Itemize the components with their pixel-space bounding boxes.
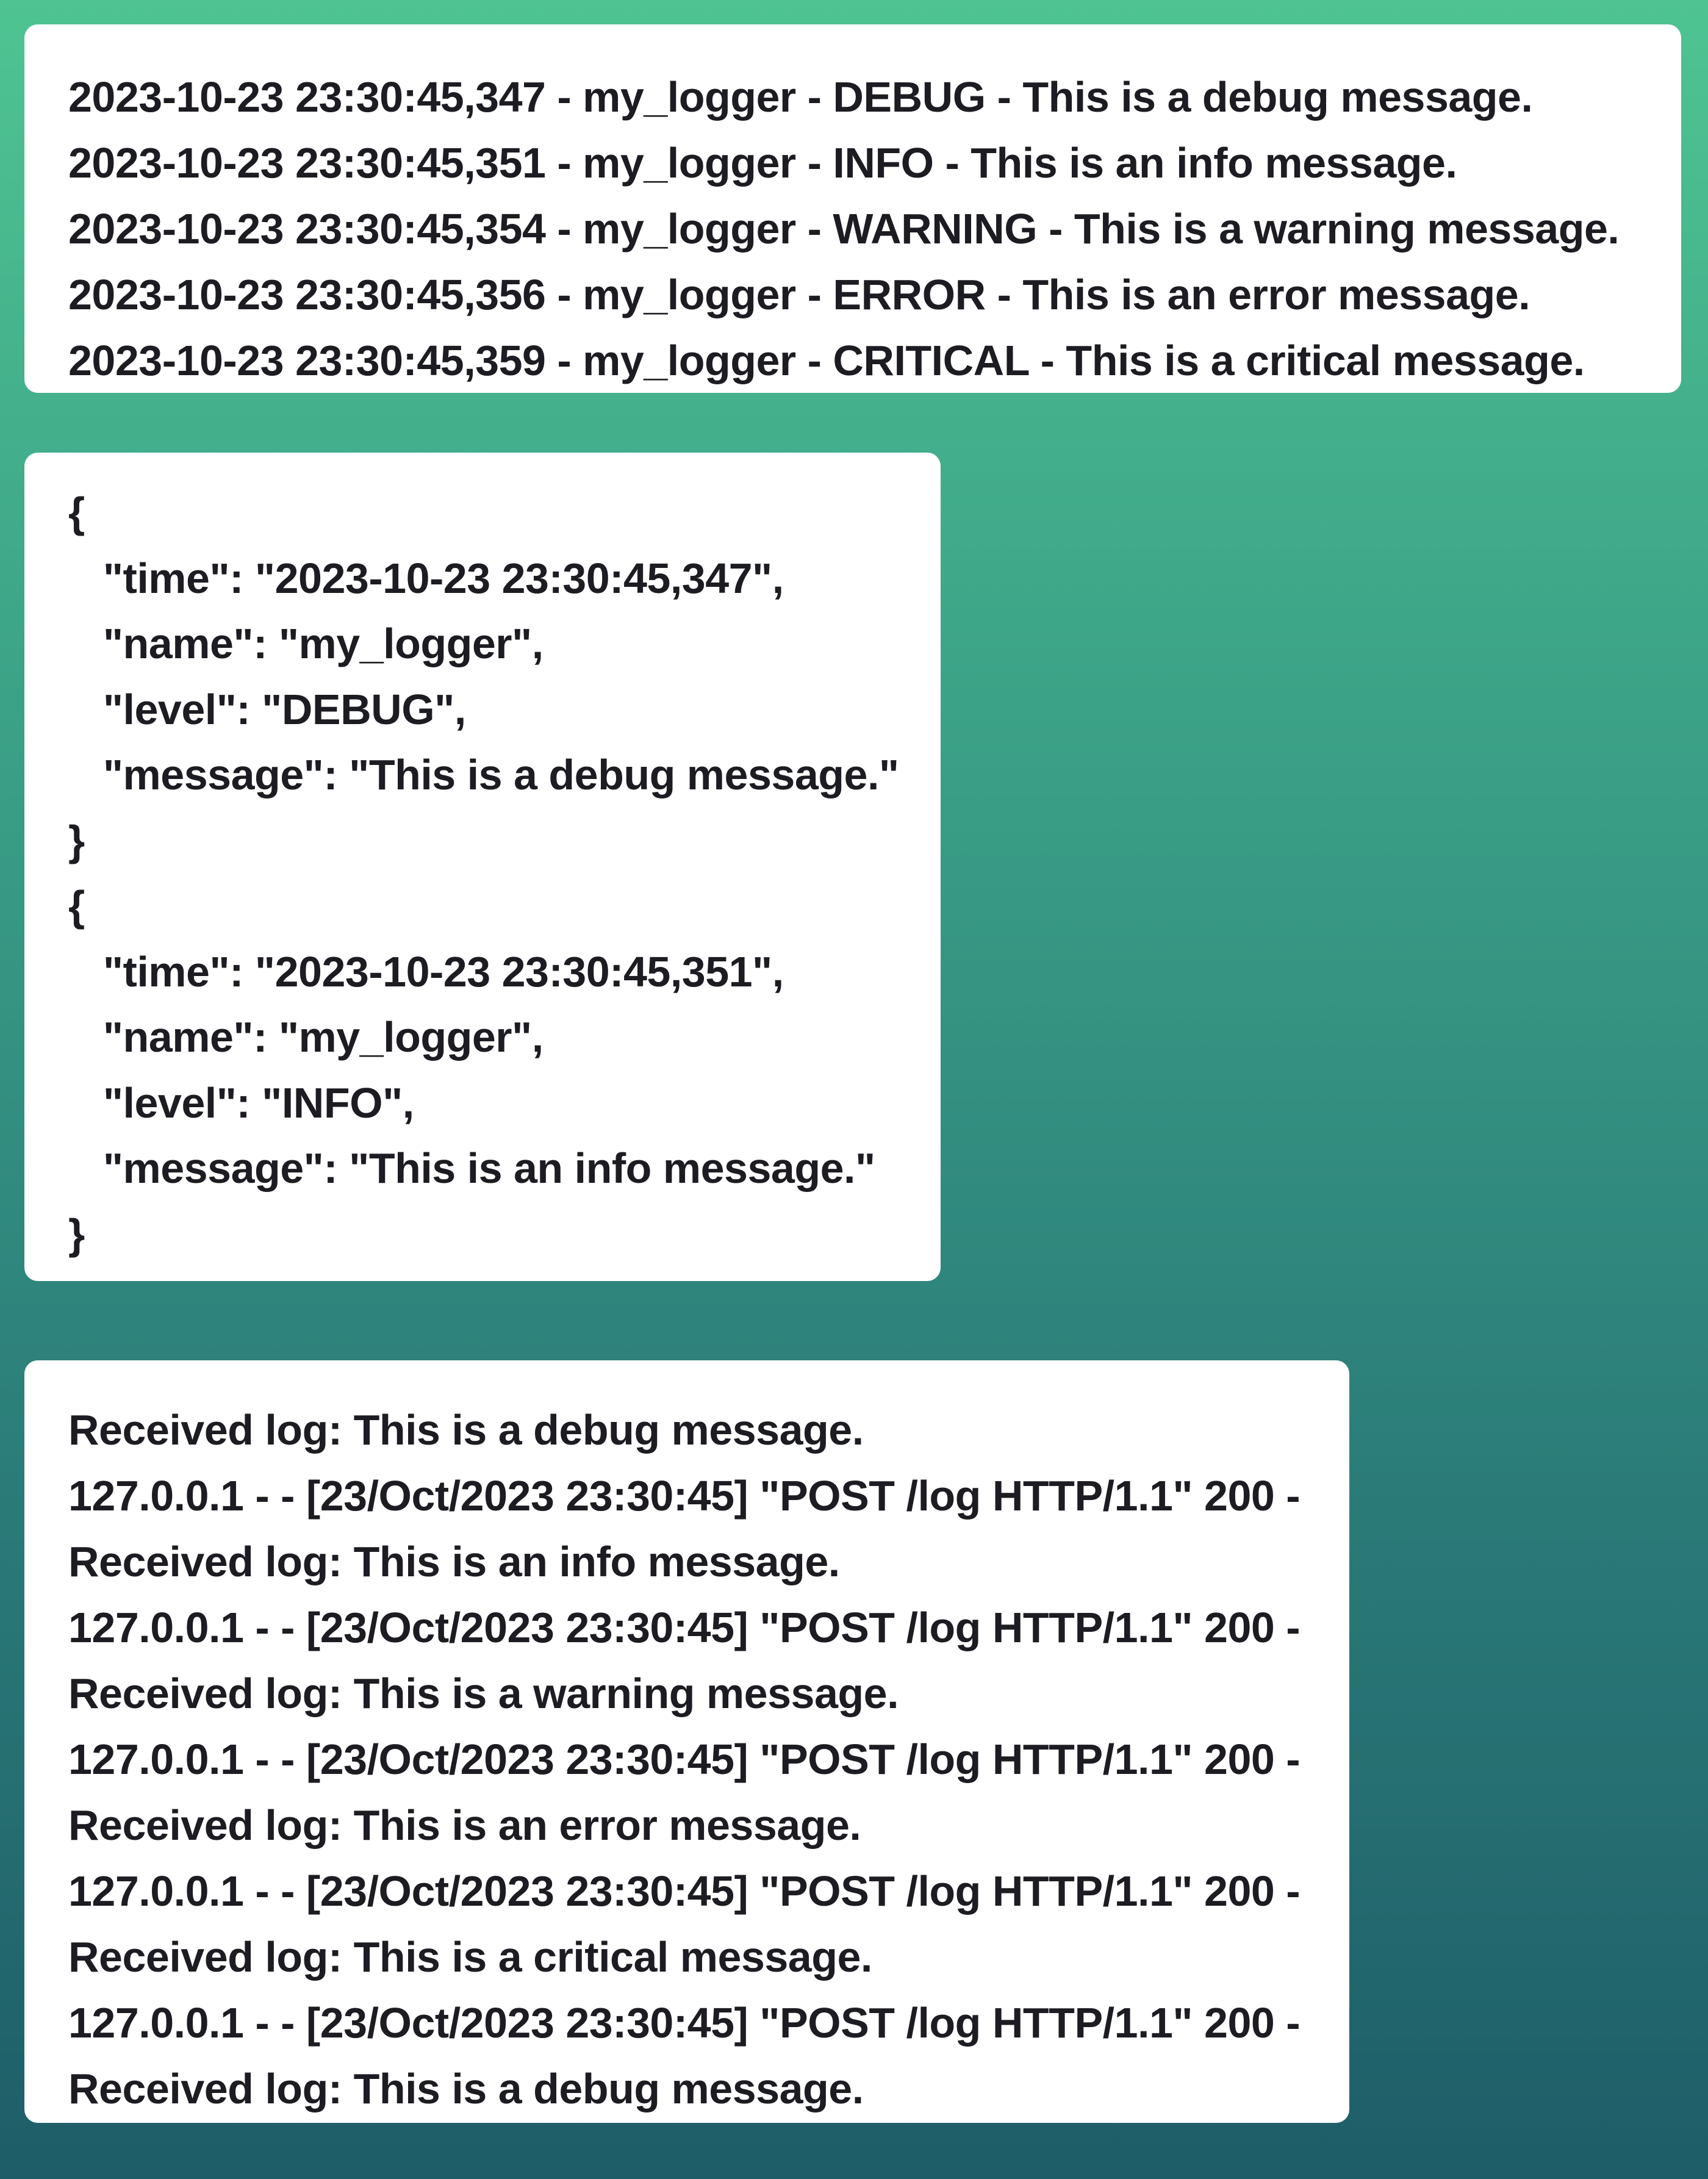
server-log-line: 127.0.0.1 - - [23/Oct/2023 23:30:45] "PO… (68, 1867, 1301, 1915)
json-log-line: { (68, 489, 85, 536)
json-log-line: "level": "DEBUG", (68, 685, 466, 733)
json-log-line: "time": "2023-10-23 23:30:45,347", (68, 554, 784, 602)
json-log-line: "time": "2023-10-23 23:30:45,351", (68, 947, 784, 996)
server-log-line: Received log: This is a debug message. (68, 1406, 864, 1454)
json-log-line: "message": "This is an info message." (68, 1144, 875, 1192)
server-log-line: 127.0.0.1 - - [23/Oct/2023 23:30:45] "PO… (68, 1604, 1301, 1651)
console-log-panel: 2023-10-23 23:30:45,347 - my_logger - DE… (24, 24, 1681, 393)
json-log-line: { (68, 882, 85, 930)
console-log-line: 2023-10-23 23:30:45,347 - my_logger - DE… (68, 73, 1533, 121)
json-log-line: "name": "my_logger", (68, 620, 544, 667)
console-log-line: 2023-10-23 23:30:45,359 - my_logger - CR… (68, 337, 1585, 384)
console-log-line: 2023-10-23 23:30:45,354 - my_logger - WA… (68, 205, 1620, 253)
server-log-line: 127.0.0.1 - - [23/Oct/2023 23:30:45] "PO… (68, 1999, 1301, 2047)
json-log-line: "message": "This is a debug message." (68, 751, 899, 799)
server-log-line: 127.0.0.1 - - [23/Oct/2023 23:30:45] "PO… (68, 1736, 1301, 1783)
json-log-line: "level": "INFO", (68, 1079, 414, 1127)
json-log-line: "name": "my_logger", (68, 1013, 544, 1061)
server-log-line: Received log: This is an info message. (68, 1538, 840, 1585)
server-log-line: Received log: This is a critical message… (68, 1933, 872, 1981)
console-log-line: 2023-10-23 23:30:45,356 - my_logger - ER… (68, 271, 1530, 318)
server-log-line: Received log: This is an error message. (68, 1801, 861, 1849)
server-log-line: Received log: This is a warning message. (68, 1670, 899, 1717)
server-log-line: Received log: This is a debug message. (68, 2065, 864, 2113)
json-log-line: } (68, 816, 85, 864)
json-log-panel: { "time": "2023-10-23 23:30:45,347", "na… (24, 453, 941, 1281)
json-log-line: } (68, 1210, 85, 1258)
server-log-panel: Received log: This is a debug message. 1… (24, 1360, 1349, 2123)
console-log-line: 2023-10-23 23:30:45,351 - my_logger - IN… (68, 139, 1457, 187)
server-log-line: 127.0.0.1 - - [23/Oct/2023 23:30:45] "PO… (68, 1472, 1301, 1520)
